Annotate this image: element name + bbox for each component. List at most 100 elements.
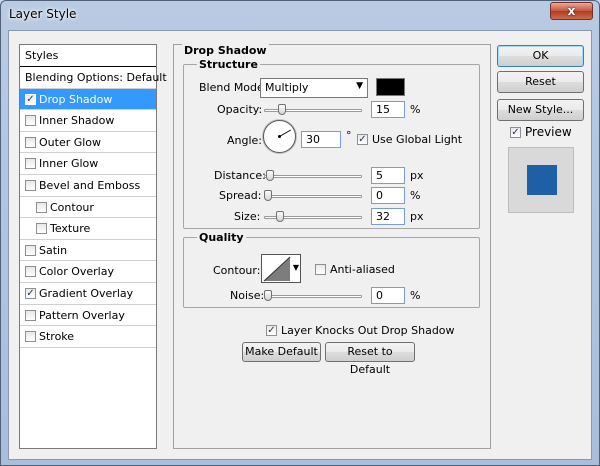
layer-style-window: Layer Style x Styles Blending Options: D… bbox=[0, 0, 600, 466]
blend-mode-value: Multiply bbox=[265, 81, 309, 94]
dialog-client-area: Styles Blending Options: Default Drop Sha… bbox=[8, 30, 592, 460]
style-label: Drop Shadow bbox=[39, 92, 113, 106]
contour-curve-icon bbox=[263, 256, 291, 282]
angle-dial[interactable] bbox=[263, 120, 296, 153]
styles-list-item[interactable]: Inner Glow bbox=[20, 153, 156, 175]
angle-input[interactable]: 30 bbox=[301, 131, 341, 148]
style-checkbox[interactable] bbox=[25, 179, 36, 191]
style-checkbox[interactable] bbox=[25, 309, 36, 321]
make-default-button[interactable]: Make Default bbox=[242, 342, 321, 362]
spread-slider-track[interactable] bbox=[264, 195, 362, 198]
styles-list-item[interactable]: Color Overlay bbox=[20, 261, 156, 283]
spread-input[interactable]: 0 bbox=[371, 187, 405, 204]
angle-unit: ° bbox=[346, 129, 352, 142]
drop-shadow-panel: Drop Shadow Structure Blend Mode: Multip… bbox=[173, 44, 491, 449]
styles-list-item[interactable]: Bevel and Emboss bbox=[20, 175, 156, 197]
style-checkbox[interactable] bbox=[25, 266, 36, 278]
spread-unit: % bbox=[410, 189, 421, 202]
noise-label: Noise: bbox=[230, 289, 265, 302]
reset-button[interactable]: Reset bbox=[497, 71, 584, 93]
style-label: Stroke bbox=[39, 330, 75, 344]
noise-slider-thumb[interactable] bbox=[264, 290, 272, 301]
contour-label: Contour: bbox=[213, 264, 261, 277]
angle-label: Angle: bbox=[227, 134, 263, 147]
anti-aliased-label: Anti-aliased bbox=[330, 263, 395, 276]
opacity-label: Opacity: bbox=[217, 103, 263, 116]
preview-thumbnail bbox=[508, 147, 574, 213]
style-label: Inner Glow bbox=[39, 157, 99, 171]
drop-shadow-title: Drop Shadow bbox=[182, 44, 269, 57]
styles-list-item[interactable]: Satin bbox=[20, 240, 156, 262]
layer-knocks-out-checkbox[interactable] bbox=[266, 325, 277, 336]
styles-list-item[interactable]: Blending Options: Default bbox=[20, 67, 167, 89]
style-label: Color Overlay bbox=[39, 265, 114, 279]
contour-picker[interactable]: ▼ bbox=[261, 254, 301, 283]
quality-group: Quality Contour: ▼ Anti-aliased Noise: 0… bbox=[183, 231, 480, 308]
style-checkbox[interactable] bbox=[36, 223, 47, 235]
opacity-unit: % bbox=[410, 103, 421, 116]
style-label: Blending Options: Default bbox=[25, 71, 167, 84]
style-checkbox[interactable] bbox=[25, 331, 36, 343]
structure-title: Structure bbox=[197, 58, 260, 71]
blend-mode-label: Blend Mode: bbox=[199, 81, 268, 94]
style-checkbox[interactable] bbox=[25, 244, 36, 256]
style-label: Pattern Overlay bbox=[39, 308, 125, 322]
preview-label: Preview bbox=[525, 125, 572, 139]
style-checkbox[interactable] bbox=[25, 158, 36, 170]
size-slider-thumb[interactable] bbox=[275, 211, 284, 222]
styles-list-item[interactable]: Outer Glow bbox=[20, 132, 156, 154]
styles-list-item[interactable]: Contour bbox=[20, 197, 156, 219]
preview-checkbox[interactable] bbox=[510, 127, 521, 138]
style-checkbox[interactable] bbox=[36, 201, 47, 213]
size-unit: px bbox=[410, 210, 424, 223]
style-label: Outer Glow bbox=[39, 135, 102, 149]
styles-list-header[interactable]: Styles bbox=[20, 45, 156, 67]
styles-list-item[interactable]: Drop Shadow bbox=[20, 88, 156, 111]
quality-title: Quality bbox=[197, 231, 246, 244]
opacity-slider-thumb[interactable] bbox=[277, 104, 286, 115]
spread-slider-thumb[interactable] bbox=[264, 190, 272, 201]
style-checkbox[interactable] bbox=[25, 136, 36, 148]
chevron-down-icon: ▼ bbox=[356, 81, 363, 91]
layer-knocks-out-label: Layer Knocks Out Drop Shadow bbox=[281, 324, 455, 337]
use-global-light-label: Use Global Light bbox=[372, 133, 463, 146]
styles-list-item[interactable]: Pattern Overlay bbox=[20, 305, 156, 327]
styles-list: Styles Blending Options: Default Drop Sha… bbox=[19, 44, 167, 449]
title-bar[interactable]: Layer Style x bbox=[1, 1, 599, 29]
size-input[interactable]: 32 bbox=[371, 208, 405, 225]
size-label: Size: bbox=[234, 210, 261, 223]
structure-group: Structure Blend Mode: Multiply ▼ Opacity… bbox=[183, 58, 480, 229]
chevron-down-icon: ▼ bbox=[292, 263, 299, 272]
styles-list-item[interactable]: Inner Shadow bbox=[20, 110, 156, 132]
new-style-button[interactable]: New Style... bbox=[497, 99, 584, 121]
shadow-color-swatch[interactable] bbox=[376, 78, 405, 96]
opacity-input[interactable]: 15 bbox=[371, 101, 405, 118]
spread-label: Spread: bbox=[219, 189, 262, 202]
noise-unit: % bbox=[410, 289, 421, 302]
styles-list-item[interactable]: Texture bbox=[20, 218, 156, 240]
style-checkbox[interactable] bbox=[25, 115, 36, 127]
use-global-light-checkbox[interactable] bbox=[357, 134, 368, 145]
styles-list-item[interactable]: Stroke bbox=[20, 326, 156, 348]
distance-slider-thumb[interactable] bbox=[265, 170, 274, 181]
distance-input[interactable]: 5 bbox=[371, 167, 405, 184]
blend-mode-dropdown[interactable]: Multiply ▼ bbox=[260, 78, 368, 98]
anti-aliased-checkbox[interactable] bbox=[315, 264, 326, 275]
close-button[interactable]: x bbox=[550, 2, 593, 20]
noise-input[interactable]: 0 bbox=[371, 287, 405, 304]
angle-needle-icon bbox=[278, 129, 292, 138]
ok-button[interactable]: OK bbox=[497, 45, 584, 67]
window-title: Layer Style bbox=[9, 7, 77, 21]
distance-slider-track[interactable] bbox=[264, 175, 362, 178]
style-label: Bevel and Emboss bbox=[39, 178, 141, 192]
style-checkbox[interactable] bbox=[25, 93, 36, 105]
preview-swatch bbox=[527, 165, 557, 195]
style-label: Satin bbox=[39, 243, 68, 257]
styles-list-items: Blending Options: Default Drop Shadow Inne… bbox=[20, 67, 167, 348]
noise-slider-track[interactable] bbox=[264, 295, 362, 298]
style-checkbox[interactable] bbox=[25, 287, 36, 299]
styles-list-item[interactable]: Gradient Overlay bbox=[20, 283, 156, 305]
distance-label: Distance: bbox=[214, 169, 266, 182]
style-label: Texture bbox=[50, 222, 91, 236]
reset-to-default-button[interactable]: Reset to Default bbox=[325, 342, 415, 376]
